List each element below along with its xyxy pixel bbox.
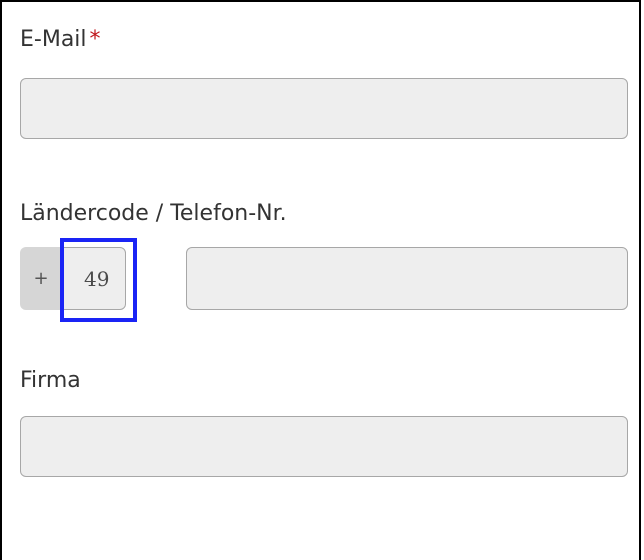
email-label: E-Mail * <box>20 27 101 53</box>
email-label-text: E-Mail <box>20 27 87 52</box>
phone-number-field[interactable] <box>186 247 628 310</box>
phone-label: Ländercode / Telefon-Nr. <box>20 201 287 226</box>
required-marker: * <box>89 27 101 52</box>
form-frame: E-Mail* Ländercode / Telefon-Nr. + Firma <box>0 0 641 560</box>
country-code-input[interactable] <box>61 247 126 310</box>
company-field[interactable] <box>20 416 628 477</box>
phone-prefix-addon: + <box>20 247 62 310</box>
company-label: Firma <box>20 368 81 393</box>
plus-sign: + <box>33 268 49 289</box>
email-field[interactable] <box>20 78 628 139</box>
